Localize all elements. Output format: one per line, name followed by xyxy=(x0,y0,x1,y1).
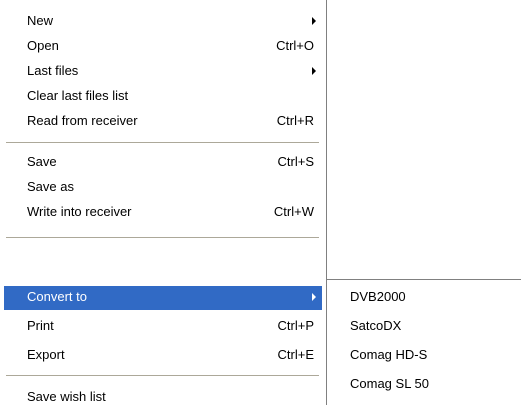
menu-item-convert-to[interactable]: Convert to xyxy=(4,286,322,310)
submenu-item-comag-hd-s[interactable]: Comag HD-S xyxy=(329,341,517,369)
menu-item-new[interactable]: New xyxy=(4,10,322,34)
submenu-item-label: DVB2000 xyxy=(350,289,406,304)
menu-item-shortcut: Ctrl+S xyxy=(277,154,314,169)
convert-to-submenu: DVB2000 SatcoDX Comag HD-S Comag SL 50 xyxy=(327,279,521,405)
menu-item-export[interactable]: Export Ctrl+E xyxy=(4,344,322,368)
menu-item-label: Read from receiver xyxy=(27,113,138,128)
menu-item-label: Save xyxy=(27,154,57,169)
menu-item-shortcut: Ctrl+P xyxy=(277,318,314,333)
submenu-arrow-icon xyxy=(312,67,316,75)
submenu-item-satcodx[interactable]: SatcoDX xyxy=(329,312,517,340)
menu-separator xyxy=(6,142,319,144)
menu-separator xyxy=(6,237,319,239)
menu-item-label: Write into receiver xyxy=(27,204,132,219)
menu-item-shortcut: Ctrl+R xyxy=(276,113,314,128)
menu-item-write-into-receiver[interactable]: Write into receiver Ctrl+W xyxy=(4,201,322,225)
menu-item-save-as[interactable]: Save as xyxy=(4,176,322,200)
submenu-item-comag-sl-50[interactable]: Comag SL 50 xyxy=(329,370,517,398)
submenu-item-label: Comag HD-S xyxy=(350,347,428,362)
submenu-arrow-icon xyxy=(312,293,316,301)
menu-item-read-from-receiver[interactable]: Read from receiver Ctrl+R xyxy=(4,110,322,134)
menu-item-last-files[interactable]: Last files xyxy=(4,60,322,84)
submenu-item-label: SatcoDX xyxy=(350,318,402,333)
menu-item-save-wish-list[interactable]: Save wish list xyxy=(4,386,322,410)
menu-item-label: Export xyxy=(27,347,65,362)
menu-item-label: Open xyxy=(27,38,59,53)
menu-item-clear-last-files[interactable]: Clear last files list xyxy=(4,85,322,109)
menu-separator xyxy=(6,375,319,377)
menu-item-shortcut: Ctrl+W xyxy=(273,204,314,219)
menu-item-label: Last files xyxy=(27,63,79,78)
menu-item-label: Print xyxy=(27,318,54,333)
menu-item-label: Save wish list xyxy=(27,389,106,404)
menu-item-label: Convert to xyxy=(27,289,87,304)
menu-item-shortcut: Ctrl+O xyxy=(276,38,314,53)
menu-item-print[interactable]: Print Ctrl+P xyxy=(4,315,322,339)
menu-item-shortcut: Ctrl+E xyxy=(277,347,314,362)
menu-item-label: New xyxy=(27,13,54,28)
submenu-arrow-icon xyxy=(312,17,316,25)
file-menu: New Open Ctrl+O Last files Clear last fi… xyxy=(0,0,327,405)
menu-item-label: Save as xyxy=(27,179,74,194)
submenu-item-dvb2000[interactable]: DVB2000 xyxy=(329,283,517,311)
menu-item-save[interactable]: Save Ctrl+S xyxy=(4,151,322,175)
menu-item-open[interactable]: Open Ctrl+O xyxy=(4,35,322,59)
submenu-item-label: Comag SL 50 xyxy=(350,376,430,391)
menu-item-label: Clear last files list xyxy=(27,88,129,103)
